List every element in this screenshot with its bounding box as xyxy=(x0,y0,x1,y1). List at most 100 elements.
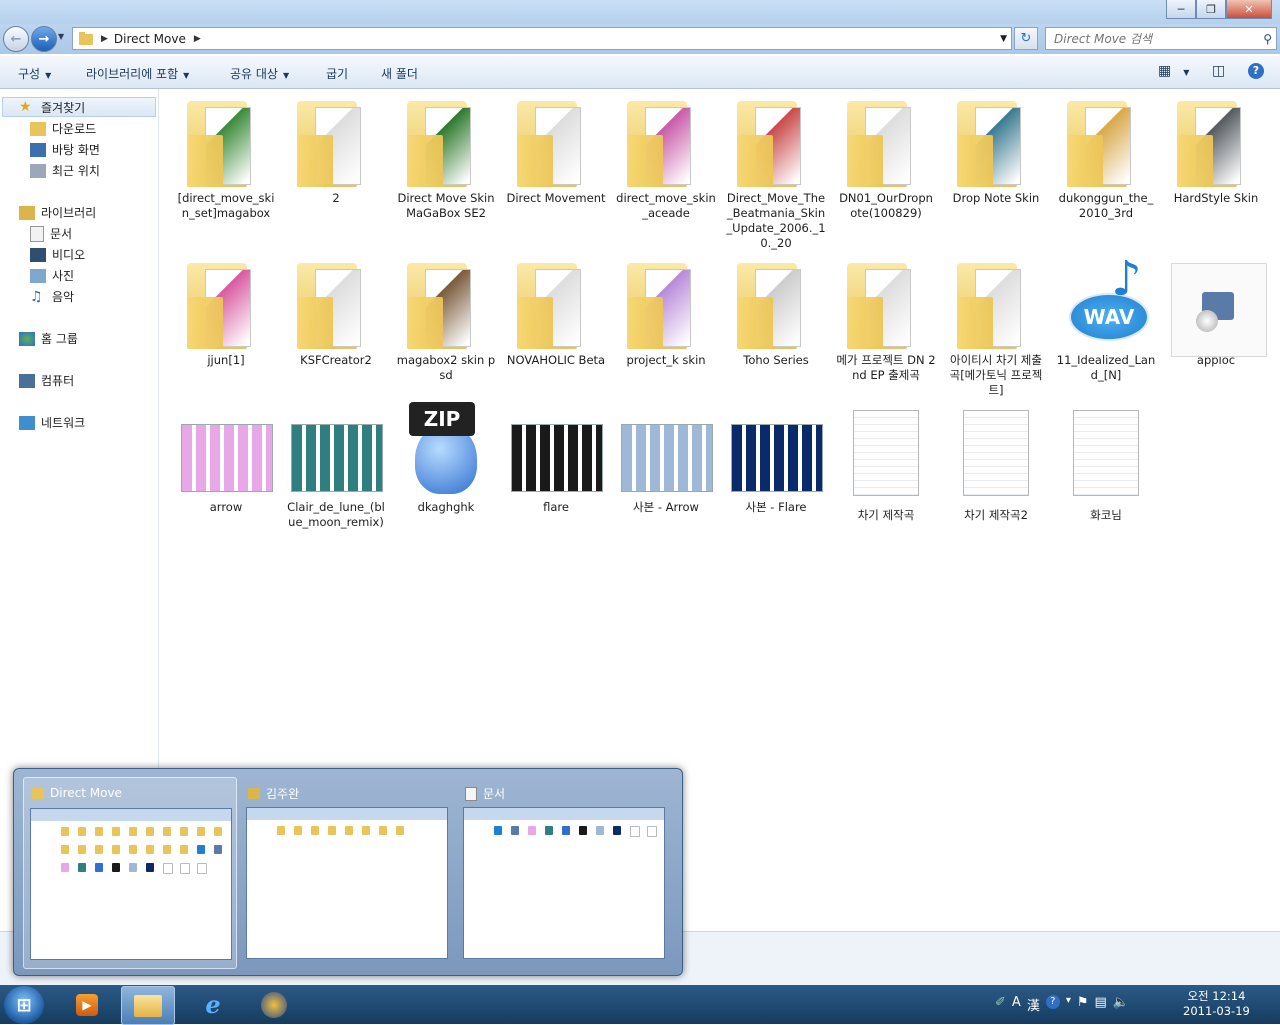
preview-pane-icon[interactable]: ◫ xyxy=(1212,63,1225,79)
ime-hanja[interactable]: 漢 xyxy=(1027,995,1040,1014)
folder-item[interactable]: magabox2 skin psd xyxy=(396,255,496,383)
image-item[interactable]: Clair_de_lune_(blue_moon_remix) xyxy=(286,402,386,530)
address-history-dropdown[interactable]: ▼ xyxy=(1000,34,1007,44)
peek-window-kim[interactable]: 김주완 xyxy=(240,777,452,967)
mini-item-icon xyxy=(197,845,205,854)
breadcrumb-direct-move[interactable]: Direct Move xyxy=(114,32,186,46)
forward-button[interactable]: → xyxy=(31,26,57,52)
folder-item[interactable]: jjun[1] xyxy=(176,255,276,368)
nav-downloads[interactable]: 다운로드 xyxy=(30,120,96,137)
image-item[interactable]: 사본 - Flare xyxy=(726,402,826,515)
doc-thumbnail xyxy=(951,410,1041,506)
minimize-button[interactable]: ─ xyxy=(1166,0,1196,19)
organize-menu[interactable]: 구성 ▼ xyxy=(18,65,51,82)
folder-item[interactable]: Direct Move Skin MaGaBox SE2 xyxy=(396,93,496,221)
folder-item[interactable]: 메가 프로젝트 DN 2nd EP 출제곡 xyxy=(836,255,936,383)
nav-libraries[interactable]: 라이브러리 xyxy=(19,204,96,221)
internet-explorer-taskbar-button[interactable]: e xyxy=(187,986,239,1023)
nav-pictures[interactable]: 사진 xyxy=(30,267,74,284)
ime-options-icon[interactable]: ▾ xyxy=(1066,995,1071,1014)
peek-window-direct-move[interactable]: Direct Move xyxy=(23,777,237,969)
doc-item[interactable]: 차기 제작곡2 xyxy=(946,402,1046,523)
chevron-right-icon[interactable]: ▶ xyxy=(194,34,201,44)
help-icon[interactable]: ? xyxy=(1248,63,1264,79)
peek-window-documents[interactable]: 문서 xyxy=(457,777,669,967)
recent-pages-dropdown[interactable]: ▼ xyxy=(58,32,64,41)
folder-item[interactable]: project_k skin xyxy=(616,255,716,368)
zip-item[interactable]: ZIP dkaghghk xyxy=(396,402,496,515)
explorer-folder-icon xyxy=(134,994,162,1017)
nav-music[interactable]: ♫ 음악 xyxy=(30,288,74,305)
folder-item[interactable]: Drop Note Skin xyxy=(946,93,1046,206)
share-menu[interactable]: 공유 대상 ▼ xyxy=(230,65,289,82)
include-library-menu[interactable]: 라이브러리에 포함 ▼ xyxy=(86,65,189,82)
close-button[interactable]: ✕ xyxy=(1226,0,1272,19)
item-label: 메가 프로젝트 DN 2nd EP 출제곡 xyxy=(836,353,936,382)
folder-item[interactable]: KSFCreator2 xyxy=(286,255,386,368)
nav-recent[interactable]: 최근 위치 xyxy=(30,162,100,179)
wav-item[interactable]: WAV ♪ 11_Idealized_Land_[N] xyxy=(1056,255,1156,383)
window-titlebar[interactable]: ─ ❐ ✕ xyxy=(0,0,1280,24)
folder-item[interactable]: 아이티시 차기 제출곡[메가토닉 프로젝트] xyxy=(946,255,1046,398)
peek-title: 문서 xyxy=(465,785,505,802)
image-item[interactable]: 사본 - Arrow xyxy=(616,402,716,515)
start-button[interactable]: ⊞ xyxy=(4,986,44,1024)
folder-item[interactable]: dukonggun_the_2010_3rd xyxy=(1056,93,1156,221)
media-player-taskbar-button[interactable]: ▶ xyxy=(61,986,113,1023)
doc-item[interactable]: 차기 제작곡 xyxy=(836,402,936,523)
folder-item[interactable]: Direct_Move_The_Beatmania_Skin_Update_20… xyxy=(726,93,826,251)
nav-homegroup[interactable]: 홈 그룹 xyxy=(19,330,78,347)
folder-item[interactable]: DN01_OurDropnote(100829) xyxy=(836,93,936,221)
search-input[interactable] xyxy=(1046,30,1256,47)
folder-thumbnail xyxy=(841,93,931,189)
action-center-flag-icon[interactable]: ⚑ xyxy=(1077,995,1089,1014)
folder-icon xyxy=(847,263,917,349)
nav-documents[interactable]: 문서 xyxy=(30,225,72,242)
refresh-button[interactable]: ↻ xyxy=(1014,27,1038,50)
volume-icon[interactable]: 🔈 xyxy=(1113,995,1129,1014)
taskbar-clock[interactable]: 오전 12:14 2011-03-19 xyxy=(1183,989,1250,1019)
view-options-icon[interactable]: ▦ ▼ xyxy=(1158,63,1189,79)
folder-item[interactable]: NOVAHOLIC Beta xyxy=(506,255,606,368)
ime-help-icon[interactable]: ? xyxy=(1045,995,1060,1009)
nav-computer[interactable]: 컴퓨터 xyxy=(19,372,74,389)
network-tray-icon[interactable]: ▤ xyxy=(1095,995,1107,1014)
mini-item-icon xyxy=(613,826,621,835)
nav-videos-label: 비디오 xyxy=(52,248,86,262)
folder-item[interactable]: [direct_move_skin_set]magabox xyxy=(176,93,276,221)
folder-item[interactable]: 2 xyxy=(286,93,386,206)
nav-videos[interactable]: 비디오 xyxy=(30,246,85,263)
mini-item-icon xyxy=(647,826,657,837)
nav-favorites[interactable]: ★ 즐겨찾기 xyxy=(2,97,156,117)
maximize-button[interactable]: ❐ xyxy=(1196,0,1226,19)
image-item[interactable]: arrow xyxy=(176,402,276,515)
new-folder-button[interactable]: 새 폴더 xyxy=(381,65,418,82)
ime-mode-a[interactable]: A xyxy=(1012,995,1021,1014)
app-taskbar-button[interactable] xyxy=(248,986,300,1023)
back-button[interactable]: ← xyxy=(3,26,29,52)
image-item[interactable]: flare xyxy=(506,402,606,515)
image-thumbnail xyxy=(181,402,273,498)
folder-item[interactable]: HardStyle Skin xyxy=(1166,93,1266,206)
folder-item[interactable]: Direct Movement xyxy=(506,93,606,206)
address-bar[interactable]: ▶ Direct Move ▶ ▼ xyxy=(72,27,1012,50)
nav-desktop[interactable]: 바탕 화면 xyxy=(30,141,100,158)
app-item[interactable]: apploc xyxy=(1166,255,1267,368)
folder-item[interactable]: Toho Series xyxy=(726,255,826,368)
burn-button[interactable]: 굽기 xyxy=(326,65,348,82)
mini-item-icon xyxy=(545,826,553,835)
chevron-right-icon[interactable]: ▶ xyxy=(101,34,108,44)
folder-thumbnail xyxy=(731,93,821,189)
explorer-taskbar-button[interactable] xyxy=(121,986,175,1025)
search-box[interactable]: ⚲ xyxy=(1045,27,1277,50)
peek-title-text: 김주완 xyxy=(266,787,300,801)
music-note-icon: ♪ xyxy=(1111,251,1142,307)
navigation-pane: ★ 즐겨찾기 다운로드 바탕 화면 최근 위치 라이브러리 문서 비디오 사진 ♫… xyxy=(0,89,159,769)
folder-thumbnail xyxy=(181,93,271,189)
doc-item[interactable]: 화코님 xyxy=(1056,402,1156,523)
language-bar-icon[interactable]: ✐ xyxy=(995,995,1006,1014)
nav-network[interactable]: 네트워크 xyxy=(19,414,85,431)
search-icon[interactable]: ⚲ xyxy=(1263,32,1272,46)
peek-window-thumbnail xyxy=(463,807,665,959)
folder-item[interactable]: direct_move_skin_aceade xyxy=(616,93,716,221)
